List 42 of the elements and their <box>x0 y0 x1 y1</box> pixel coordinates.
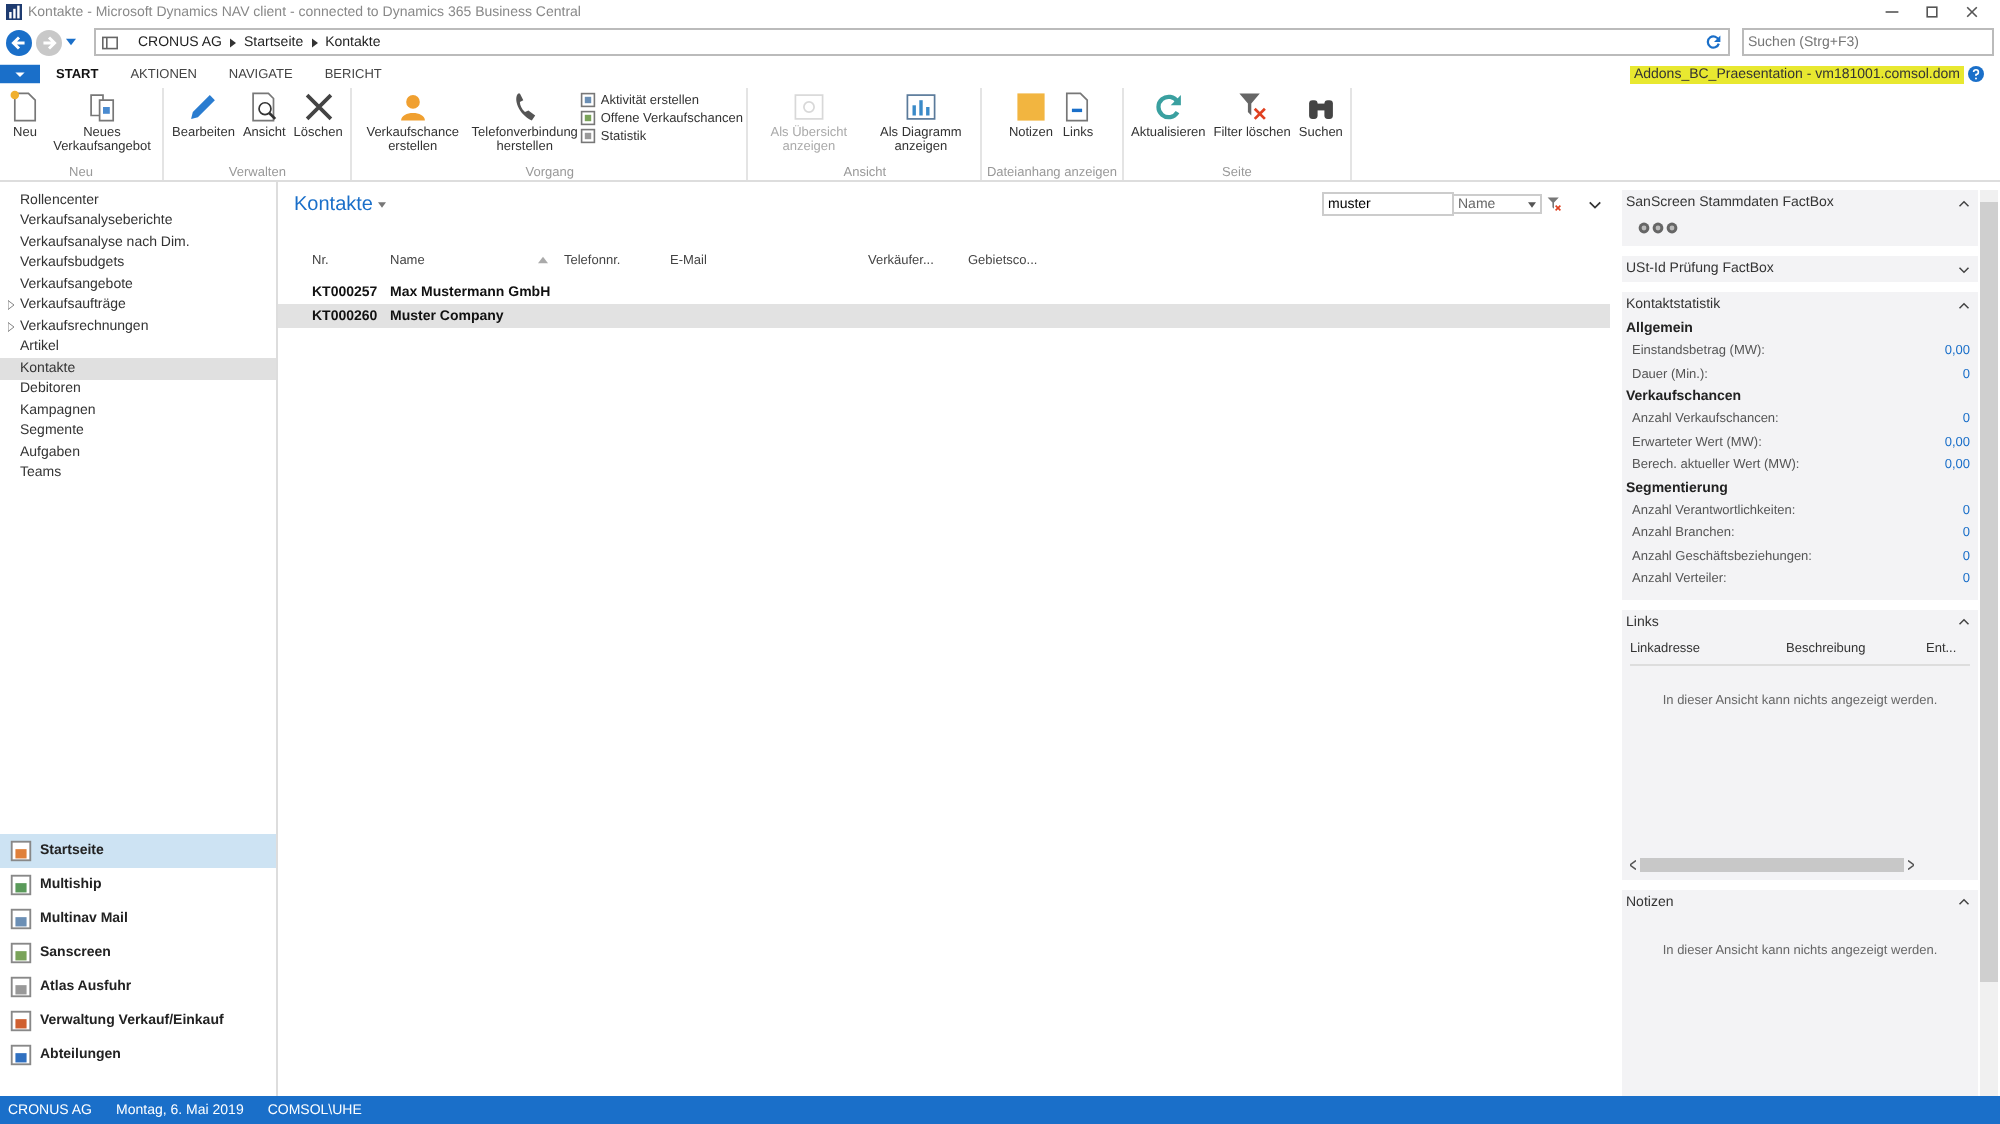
caret-icon <box>1528 201 1536 207</box>
menu-button[interactable] <box>0 62 40 86</box>
diagram-icon <box>903 90 938 124</box>
documents-icon <box>85 90 119 124</box>
scroll-left-icon[interactable] <box>1630 860 1636 870</box>
dropdown-icon[interactable] <box>66 38 76 46</box>
help-icon[interactable] <box>1968 66 1984 82</box>
cross-icon <box>301 90 336 124</box>
caret-icon[interactable] <box>378 201 387 207</box>
chevron-icon <box>311 37 318 47</box>
refresh-icon <box>1151 90 1186 124</box>
collapse-icon[interactable] <box>1958 618 1970 626</box>
pencil-icon <box>186 90 221 124</box>
document-icon <box>8 90 42 124</box>
scrollbar[interactable] <box>1980 190 1998 1096</box>
expand-icon[interactable] <box>1588 199 1602 209</box>
close-icon[interactable] <box>1964 4 1980 20</box>
maximize-icon[interactable] <box>1924 4 1940 20</box>
department-icon <box>8 1042 34 1068</box>
department-icon <box>8 940 34 966</box>
note-icon <box>1013 90 1048 124</box>
department-icon <box>8 974 34 1000</box>
magnifier-icon <box>247 90 282 124</box>
window-icon <box>791 90 826 124</box>
filter-icon <box>1235 90 1270 124</box>
chevron-icon <box>230 37 237 47</box>
collapse-icon[interactable] <box>1958 301 1970 309</box>
scroll-right-icon[interactable] <box>1908 860 1914 870</box>
collapse-icon[interactable] <box>1958 898 1970 906</box>
department-icon <box>8 872 34 898</box>
collapse-icon[interactable] <box>1958 199 1970 207</box>
department-icon <box>8 838 34 864</box>
refresh-icon[interactable] <box>1706 34 1722 50</box>
department-icon <box>8 906 34 932</box>
clear-filter-icon[interactable] <box>1546 196 1562 212</box>
person-icon <box>395 90 430 124</box>
collapse-icon[interactable] <box>1958 265 1970 273</box>
sort-icon <box>538 256 548 264</box>
page-icon <box>102 35 118 49</box>
department-icon <box>8 1008 34 1034</box>
back-icon[interactable] <box>6 29 32 55</box>
page-title[interactable]: Kontakte <box>294 193 373 215</box>
